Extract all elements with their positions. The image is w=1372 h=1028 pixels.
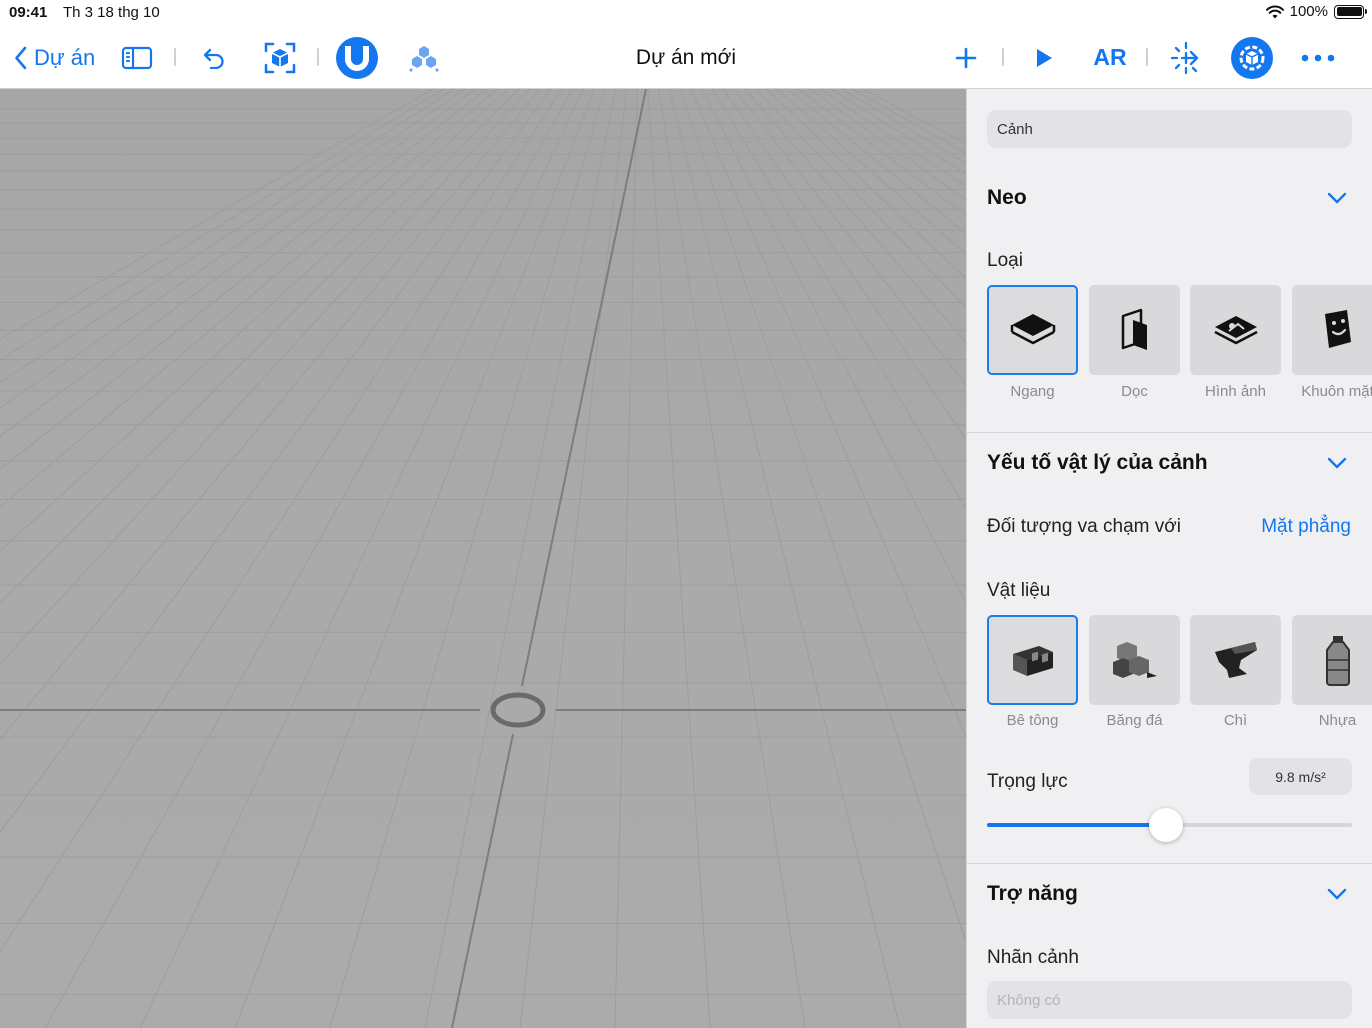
image-anchor-icon	[1213, 316, 1258, 345]
physics-section-title: Yếu tố vật lý của cảnh	[987, 451, 1208, 474]
anvil-icon	[1214, 642, 1257, 678]
material-label-concrete: Bê tông	[1006, 712, 1059, 729]
sidebar-toggle-button[interactable]	[120, 26, 154, 89]
material-concrete[interactable]	[987, 615, 1078, 705]
anchor-type-label-vertical: Dọc	[1121, 383, 1148, 400]
plus-icon	[955, 47, 977, 68]
wifi-icon	[1265, 5, 1284, 18]
status-right: 100%	[1265, 3, 1367, 20]
sidebar-icon	[121, 46, 153, 69]
transform-button[interactable]	[1168, 26, 1204, 89]
ice-cubes-icon	[1112, 642, 1157, 678]
chevron-down-icon[interactable]	[1326, 187, 1348, 209]
properties-button[interactable]	[1231, 26, 1273, 89]
scene-cubes-icon	[409, 45, 439, 72]
undo-icon	[203, 48, 224, 69]
material-plastic[interactable]	[1292, 615, 1372, 705]
scene-name-field[interactable]: Cảnh	[987, 110, 1352, 148]
toolbar: Dự án mới Dự án AR	[0, 26, 1372, 89]
anchor-type-image[interactable]	[1190, 285, 1281, 375]
collision-value-button[interactable]: Mặt phẳng	[1261, 516, 1351, 538]
section-divider	[967, 863, 1372, 864]
undo-button[interactable]	[200, 26, 228, 89]
face-anchor-icon	[1324, 310, 1351, 348]
anchor-type-vertical[interactable]	[1089, 285, 1180, 375]
anchor-type-label-face: Khuôn mặt	[1301, 383, 1372, 400]
battery-icon	[1334, 4, 1367, 19]
toolbar-separator	[317, 48, 319, 66]
anchor-type-label-image: Hình ảnh	[1205, 383, 1266, 400]
ground-grid	[0, 89, 966, 1028]
scene-objects-button[interactable]	[406, 26, 442, 89]
material-label-plastic: Nhựa	[1318, 712, 1357, 729]
scene-label-field[interactable]: Không có	[987, 981, 1352, 1019]
chevron-left-icon	[15, 46, 27, 69]
gravity-label: Trọng lực	[987, 771, 1068, 792]
toolbar-separator	[174, 48, 176, 66]
box-select-icon	[264, 42, 296, 73]
back-label: Dự án	[34, 44, 96, 70]
play-button[interactable]	[1032, 26, 1056, 89]
material-label-lead: Chì	[1223, 712, 1248, 729]
status-date: Th 3 18 thg 10	[63, 4, 160, 21]
toolbar-separator	[1002, 48, 1004, 66]
magnet-icon	[345, 45, 369, 71]
gravity-slider-thumb[interactable]	[1148, 808, 1183, 842]
section-divider	[967, 432, 1372, 433]
anchor-section-title: Neo	[987, 186, 1027, 209]
properties-active-indicator	[1231, 36, 1273, 79]
back-button[interactable]: Dự án	[14, 26, 95, 89]
gravity-slider-fill	[987, 823, 1166, 827]
more-button[interactable]	[1300, 26, 1336, 89]
move-arrows-icon	[1170, 41, 1199, 74]
material-lead[interactable]	[1190, 615, 1281, 705]
status-bar: 09:41 Th 3 18 thg 10 100%	[0, 0, 1372, 26]
material-label: Vật liệu	[987, 580, 1051, 601]
anchor-type-label-horizontal: Ngang	[1010, 383, 1055, 400]
plastic-bottle-icon	[1325, 636, 1350, 686]
concrete-icon	[1012, 646, 1053, 676]
anchor-type-horizontal[interactable]	[987, 285, 1078, 375]
more-icon	[1301, 54, 1335, 61]
material-label-ice: Băng đá	[1106, 712, 1163, 729]
anchor-type-face[interactable]	[1292, 285, 1372, 375]
inspector-panel: Cảnh Neo Loại Ngang Dọc Hình ảnh Khuôn m…	[966, 89, 1372, 1028]
settings-cube-icon	[1239, 45, 1265, 70]
chevron-down-icon[interactable]	[1326, 452, 1348, 474]
accessibility-section-title: Trợ năng	[987, 882, 1078, 905]
add-object-button[interactable]	[954, 26, 978, 89]
toolbar-separator	[1146, 48, 1148, 66]
chevron-down-icon[interactable]	[1326, 883, 1348, 905]
snap-active-indicator	[336, 36, 378, 79]
gravity-value-field[interactable]: 9.8 m/s²	[1249, 758, 1352, 795]
object-select-button[interactable]	[262, 26, 298, 89]
battery-percent: 100%	[1289, 3, 1328, 20]
anchor-type-label: Loại	[987, 250, 1023, 271]
status-time: 09:41	[9, 4, 48, 21]
ar-button[interactable]: AR	[1090, 26, 1130, 89]
material-ice[interactable]	[1089, 615, 1180, 705]
vertical-plane-icon	[1121, 308, 1147, 350]
scene-label-title: Nhãn cảnh	[987, 947, 1079, 968]
snap-button[interactable]	[336, 26, 378, 89]
horizontal-plane-icon	[1010, 314, 1055, 345]
collision-label: Đối tượng va chạm với	[987, 516, 1181, 537]
play-icon	[1037, 48, 1052, 67]
scene-viewport[interactable]	[0, 89, 966, 1028]
